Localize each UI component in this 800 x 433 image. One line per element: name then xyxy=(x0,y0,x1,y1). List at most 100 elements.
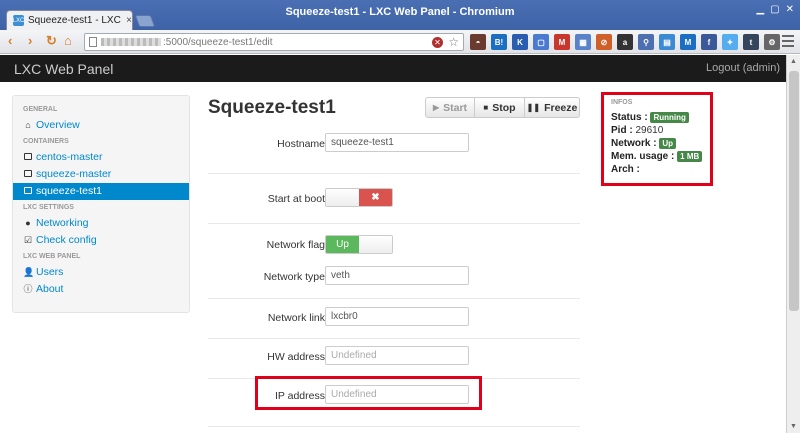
sidebar-item-users[interactable]: 👤 Users xyxy=(13,264,189,281)
k-ext-icon[interactable]: K xyxy=(512,34,528,50)
sidebar-item-label: Networking xyxy=(36,217,89,229)
sidebar-item-squeeze-master[interactable]: squeeze-master xyxy=(13,166,189,183)
scroll-up-icon[interactable]: ▲ xyxy=(790,58,797,65)
tumblr-ext-icon[interactable]: t xyxy=(743,34,759,50)
start-at-boot-switch[interactable]: ✖ xyxy=(325,188,393,207)
stack-ext-icon[interactable]: ▤ xyxy=(659,34,675,50)
hdd-icon xyxy=(23,166,33,183)
freeze-label: Freeze xyxy=(544,101,578,114)
sidebar-item-label: centos-master xyxy=(36,151,103,163)
window-controls: ▁ ▢ ✕ xyxy=(756,4,794,15)
hdd-icon xyxy=(23,183,33,200)
hw-address-row: HW address Undefined xyxy=(208,338,580,378)
stop-icon[interactable]: ✕ xyxy=(432,37,443,48)
hw-address-input[interactable]: Undefined xyxy=(325,346,469,365)
page-title: Squeeze-test1 xyxy=(208,97,336,118)
sidebar-item-check-config[interactable]: ☑ Check config xyxy=(13,232,189,249)
freeze-button[interactable]: ❚❚ Freeze xyxy=(525,97,580,118)
forward-icon[interactable]: › xyxy=(28,33,32,48)
sidebar-item-overview[interactable]: ⌂ Overview xyxy=(13,117,189,134)
m-ext-icon[interactable]: M xyxy=(680,34,696,50)
facebook-ext-icon[interactable]: f xyxy=(701,34,717,50)
home-icon: ⌂ xyxy=(25,120,31,130)
arch-label: Arch : xyxy=(611,164,640,175)
browser-menu-icon[interactable] xyxy=(782,35,794,47)
scroll-thumb[interactable] xyxy=(789,71,799,311)
sidebar-item-centos-master[interactable]: centos-master xyxy=(13,149,189,166)
info-pid: Pid : 29610 xyxy=(611,124,703,137)
hostname-input[interactable]: squeeze-test1 xyxy=(325,133,469,152)
twitter-ext-icon[interactable]: ✦ xyxy=(722,34,738,50)
bookmark-ext-icon[interactable]: ⚲ xyxy=(638,34,654,50)
window-ext-icon[interactable]: ▢ xyxy=(533,34,549,50)
bookmark-star-icon[interactable]: ☆ xyxy=(448,35,459,49)
sidebar-item-squeeze-test1[interactable]: squeeze-test1 xyxy=(13,183,189,200)
calendar-ext-icon[interactable]: ▦ xyxy=(575,34,591,50)
network-flag-switch[interactable]: Up xyxy=(325,235,393,254)
play-icon: ▶ xyxy=(432,103,440,112)
status-badge: Running xyxy=(650,112,689,123)
start-at-boot-label: Start at boot xyxy=(267,193,325,205)
info-icon: ⓘ xyxy=(23,284,33,294)
page-scrollbar[interactable]: ▲ ▼ xyxy=(786,55,800,433)
info-status: Status : Running xyxy=(611,111,703,124)
globe-icon: ● xyxy=(25,218,31,228)
network-type-row: Network type veth xyxy=(208,263,580,298)
network-link-label: Network link xyxy=(267,312,325,324)
start-at-boot-row: Start at boot ✖ xyxy=(208,173,580,223)
hostname-row: Hostname squeeze-test1 xyxy=(208,128,580,168)
back-icon[interactable]: ‹ xyxy=(8,33,12,48)
pause-icon: ❚❚ xyxy=(526,103,541,112)
network-link-row: Network link lxcbr0 xyxy=(208,298,580,338)
info-arch: Arch : xyxy=(611,163,703,176)
info-network: Network : Up xyxy=(611,137,703,150)
gmail-ext-icon[interactable]: M xyxy=(554,34,570,50)
hw-address-label: HW address xyxy=(267,351,325,363)
form-divider xyxy=(208,426,580,427)
check-icon: ☑ xyxy=(23,235,33,245)
hostname-label: Hostname xyxy=(277,138,325,150)
close-window-icon[interactable]: ✕ xyxy=(786,4,794,15)
network-type-label: Network type xyxy=(263,271,325,283)
switch-off-icon: ✖ xyxy=(359,189,392,206)
info-mem: Mem. usage : 1 MB xyxy=(611,150,703,163)
address-bar[interactable]: :5000/squeeze-test1/edit ✕ ☆ xyxy=(84,33,464,51)
start-label: Start xyxy=(443,101,468,114)
scroll-down-icon[interactable]: ▼ xyxy=(790,423,797,430)
network-badge: Up xyxy=(659,138,677,149)
sidebar-item-label: Overview xyxy=(36,119,80,131)
user-icon: 👤 xyxy=(23,267,35,277)
pid-label: Pid : xyxy=(611,125,633,136)
page-icon xyxy=(89,37,97,47)
infos-header: INFOS xyxy=(611,99,633,106)
block-ext-icon[interactable]: ⊘ xyxy=(596,34,612,50)
app-navbar: LXC Web Panel Logout (admin) xyxy=(0,55,786,82)
stop-button[interactable]: ■ Stop xyxy=(475,97,525,118)
minimize-icon[interactable]: ▁ xyxy=(756,4,764,15)
sidebar-item-about[interactable]: ⓘ About xyxy=(13,281,189,298)
mask-ext-icon[interactable]: ◓ xyxy=(470,34,486,50)
browser-toolbar: ‹ › ↻ ⌂ :5000/squeeze-test1/edit ✕ ☆ ◓ B!… xyxy=(0,30,800,54)
amazon-ext-icon[interactable]: a xyxy=(617,34,633,50)
mem-label: Mem. usage : xyxy=(611,151,675,162)
infos-panel: INFOS Status : Running Pid : 29610 Netwo… xyxy=(601,92,713,186)
network-label: Network : xyxy=(611,138,657,149)
sidebar-item-networking[interactable]: ● Networking xyxy=(13,215,189,232)
reload-icon[interactable]: ↻ xyxy=(46,33,57,49)
maximize-icon[interactable]: ▢ xyxy=(770,4,779,15)
hdd-icon xyxy=(23,149,33,166)
sidebar-item-label: Users xyxy=(36,266,64,278)
sidebar-item-label: Check config xyxy=(36,234,97,246)
start-button[interactable]: ▶ Start xyxy=(425,97,475,118)
hatena-ext-icon[interactable]: B! xyxy=(491,34,507,50)
logout-link[interactable]: Logout (admin) xyxy=(706,62,780,74)
brand[interactable]: LXC Web Panel xyxy=(14,61,113,77)
home-icon[interactable]: ⌂ xyxy=(64,33,72,48)
network-link-input[interactable]: lxcbr0 xyxy=(325,307,469,326)
gear-ext-icon[interactable]: ⚙ xyxy=(764,34,780,50)
browser-titlebar: LXC Squeeze-test1 - LXC We × Squeeze-tes… xyxy=(0,0,800,30)
network-type-input[interactable]: veth xyxy=(325,266,469,285)
sidebar-item-label: squeeze-master xyxy=(36,168,112,180)
network-flag-label: Network flag xyxy=(266,239,325,251)
container-actions: ▶ Start ■ Stop ❚❚ Freeze xyxy=(425,97,580,118)
